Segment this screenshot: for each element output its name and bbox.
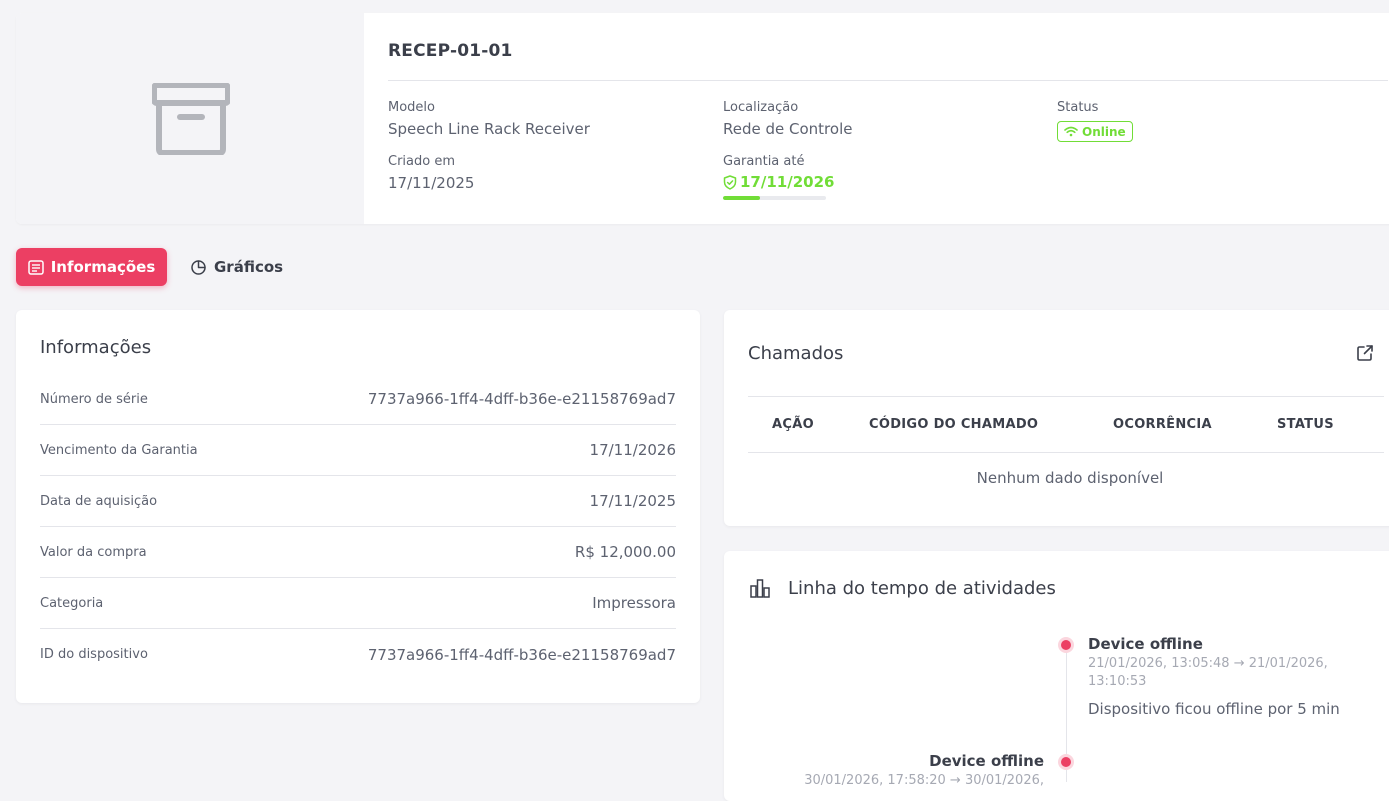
info-row-value: 7737a966-1ff4-4dff-b36e-e21158769ad7 xyxy=(367,645,676,664)
tab-informacoes[interactable]: Informações xyxy=(16,248,167,286)
info-row-key: Vencimento da Garantia xyxy=(40,442,198,458)
localizacao-label: Localização xyxy=(723,100,799,115)
info-row-key: Número de série xyxy=(40,391,148,407)
archive-box-icon xyxy=(152,83,230,155)
shield-check-icon xyxy=(723,174,737,190)
info-row-value: 7737a966-1ff4-4dff-b36e-e21158769ad7 xyxy=(367,390,676,408)
info-row-value: 17/11/2026 xyxy=(589,441,676,459)
device-title: RECEP-01-01 xyxy=(388,41,513,61)
info-row-value: 17/11/2025 xyxy=(589,492,676,510)
event-time: 30/01/2026, 17:58:20 → 30/01/2026, xyxy=(804,773,1044,788)
info-row-key: ID do dispositivo xyxy=(40,647,148,662)
garantia-value: 17/11/2026 xyxy=(723,173,834,191)
timeline-title: Linha do tempo de atividades xyxy=(788,578,1056,599)
tab-informacoes-label: Informações xyxy=(50,258,156,276)
wifi-icon xyxy=(1064,126,1078,137)
tab-graficos-label: Gráficos xyxy=(214,258,284,276)
column-header-codigo: CÓDIGO DO CHAMADO xyxy=(869,417,1039,432)
info-row-key: Categoria xyxy=(40,595,104,611)
tab-graficos[interactable]: Gráficos xyxy=(190,248,283,286)
garantia-date: 17/11/2026 xyxy=(740,173,835,191)
garantia-label: Garantia até xyxy=(723,154,805,169)
info-row-value: R$ 12,000.00 xyxy=(574,543,676,561)
status-label: Status xyxy=(1057,100,1099,115)
column-header-status: STATUS xyxy=(1277,417,1334,432)
info-row-key: Data de aquisição xyxy=(40,493,158,509)
localizacao-value: Rede de Controle xyxy=(723,120,853,138)
event-time-continued: 13:10:53 xyxy=(1088,674,1147,689)
column-header-ocorrencia: OCORRÊNCIA xyxy=(1113,417,1212,432)
event-title: Device offline xyxy=(1088,635,1203,653)
chamados-title: Chamados xyxy=(748,343,844,364)
timeline-dot xyxy=(1061,757,1071,767)
event-description: Dispositivo ficou offline por 5 min xyxy=(1088,700,1340,718)
warranty-progress-fill xyxy=(723,196,761,200)
info-row: Data de aquisição 17/11/2025 xyxy=(40,476,676,527)
chamados-card: Chamados AÇÃO CÓDIGO DO CHAMADO OCORRÊNC… xyxy=(724,310,1389,526)
table-empty-message: Nenhum dado disponível xyxy=(976,469,1164,487)
modelo-value: Speech Line Rack Receiver xyxy=(388,120,590,138)
info-row-key: Valor da compra xyxy=(40,544,147,560)
external-link-icon[interactable] xyxy=(1356,344,1374,362)
status-badge: Online xyxy=(1057,121,1133,142)
device-header-card: RECEP-01-01 Modelo Speech Line Rack Rece… xyxy=(16,13,1389,224)
pie-chart-icon xyxy=(191,259,206,275)
device-image-placeholder xyxy=(16,13,364,224)
info-card-title: Informações xyxy=(40,337,152,358)
info-row: Categoria Impressora xyxy=(40,578,676,629)
event-time: 21/01/2026, 13:05:48 → 21/01/2026, xyxy=(1088,656,1328,671)
modelo-label: Modelo xyxy=(388,100,435,115)
column-header-acao: AÇÃO xyxy=(772,417,814,432)
info-row: Número de série 7737a966-1ff4-4dff-b36e-… xyxy=(40,374,676,425)
info-row: Vencimento da Garantia 17/11/2026 xyxy=(40,425,676,476)
warranty-progress-bar xyxy=(723,196,826,200)
info-row-value: Impressora xyxy=(592,594,676,612)
header-divider xyxy=(388,80,1388,81)
info-card: Informações Número de série 7737a966-1ff… xyxy=(16,310,700,703)
criado-label: Criado em xyxy=(388,154,455,169)
status-badge-text: Online xyxy=(1082,124,1126,139)
list-icon xyxy=(27,259,44,275)
bar-chart-icon xyxy=(750,579,770,598)
table-top-divider xyxy=(748,396,1384,397)
info-row: ID do dispositivo 7737a966-1ff4-4dff-b36… xyxy=(40,629,676,680)
table-header-divider xyxy=(748,452,1384,453)
timeline-dot xyxy=(1061,640,1071,650)
event-title: Device offline xyxy=(929,752,1044,770)
timeline-card: Linha do tempo de atividades Device offl… xyxy=(724,551,1389,801)
criado-value: 17/11/2025 xyxy=(388,174,475,192)
info-row: Valor da compra R$ 12,000.00 xyxy=(40,527,676,578)
